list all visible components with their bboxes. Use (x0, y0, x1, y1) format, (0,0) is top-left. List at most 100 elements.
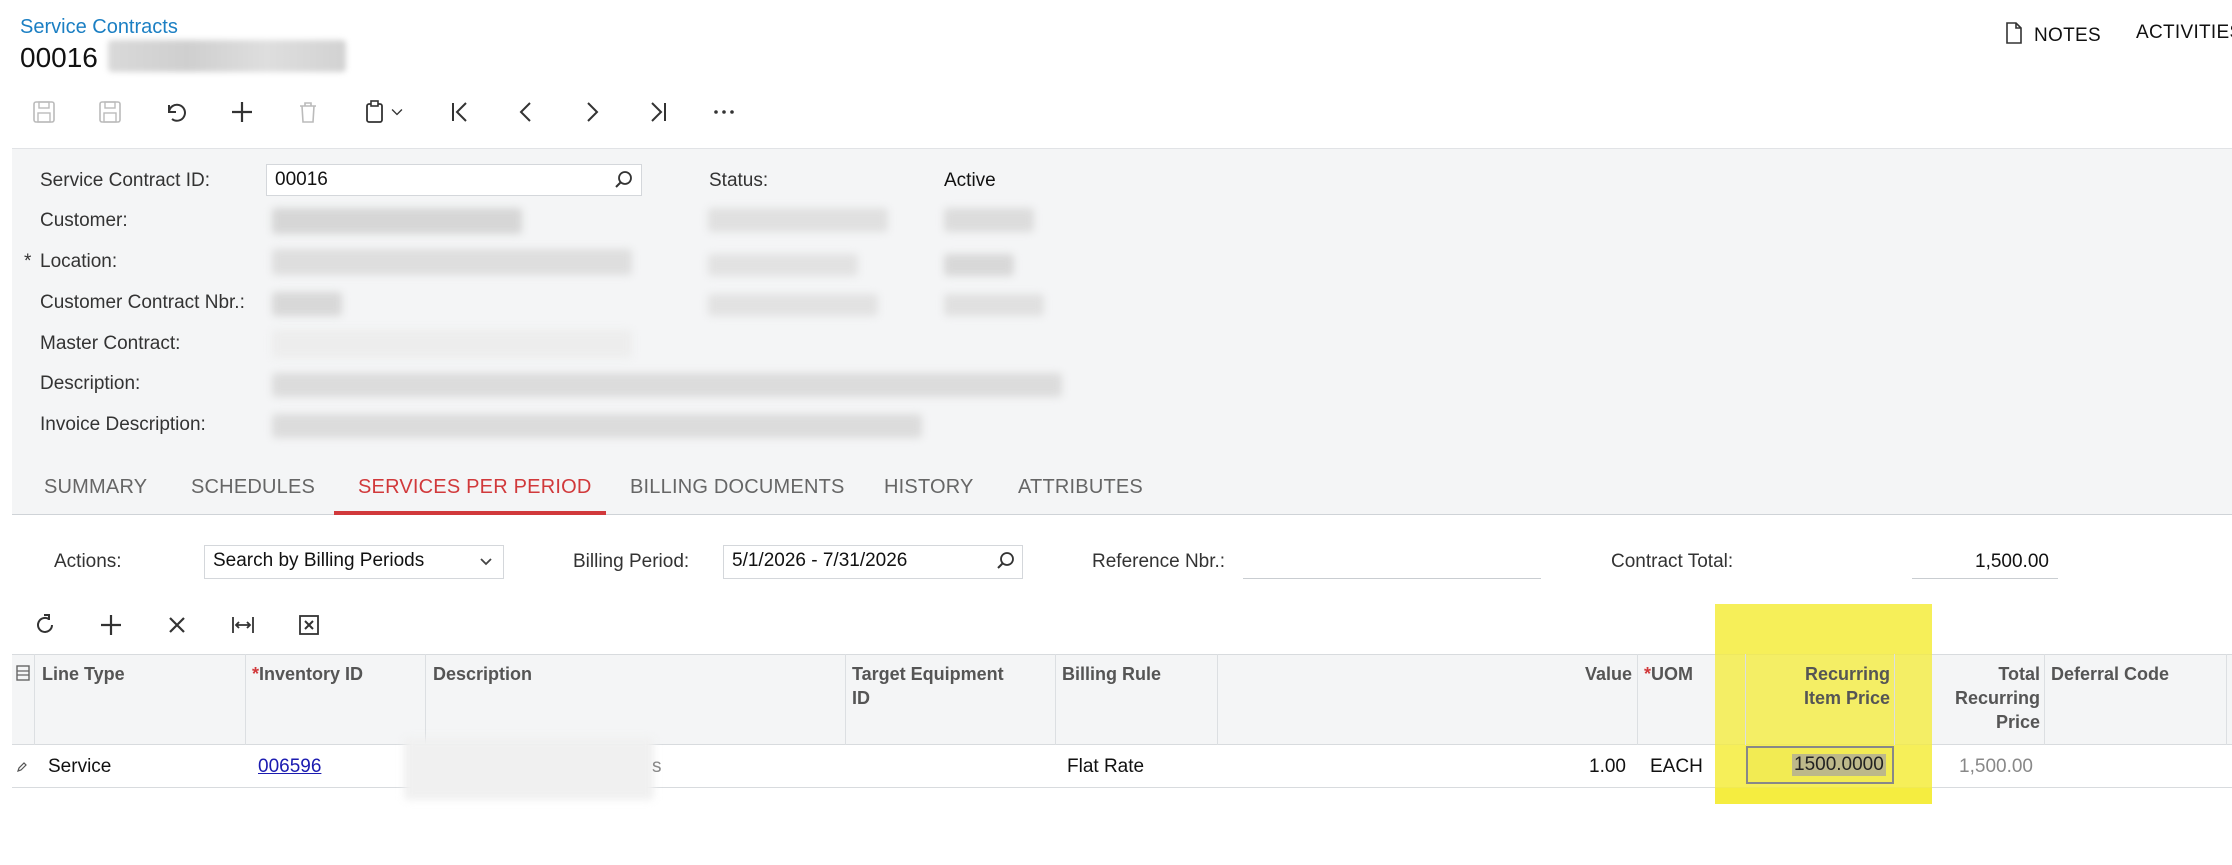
chevron-down-icon (480, 558, 492, 566)
first-record-icon[interactable] (442, 94, 478, 130)
inventory-id-header-label: Inventory ID (259, 664, 364, 684)
row-selector-icon[interactable] (15, 664, 31, 687)
billing-period-label: Billing Period: (573, 551, 690, 572)
total-recurring-price-cell: 1,500.00 (1959, 756, 2033, 777)
column-value[interactable]: Value (1585, 662, 1632, 686)
billing-period-value: 5/1/2026 - 7/31/2026 (732, 550, 908, 571)
line-type-cell[interactable]: Service (48, 756, 111, 778)
search-icon[interactable] (614, 170, 634, 195)
column-separator (2226, 654, 2227, 745)
column-inventory-id[interactable]: *Inventory ID (252, 662, 363, 686)
billing-period-field[interactable]: 5/1/2026 - 7/31/2026 (723, 545, 1023, 579)
invoice-description-label: Invoice Description: (40, 414, 206, 435)
required-marker: * (252, 664, 260, 684)
column-uom[interactable]: *UOM (1644, 662, 1693, 686)
target-equipment-header-line1: Target Equipment (852, 664, 1004, 684)
contract-total-value: 1,500.00 (1975, 551, 2049, 572)
total-recurring-header-line1: Total (1998, 664, 2040, 684)
column-line-type[interactable]: Line Type (42, 662, 125, 686)
previous-icon[interactable] (508, 94, 544, 130)
customer-label: Customer: (40, 210, 128, 231)
column-target-equipment-id[interactable]: Target Equipment ID (852, 662, 1004, 710)
notes-button[interactable]: NOTES (2004, 22, 2101, 50)
column-deferral-code[interactable]: Deferral Code (2051, 662, 2169, 686)
column-separator (245, 654, 246, 745)
contract-id-label: Service Contract ID: (40, 170, 210, 191)
page-title: 00016 (20, 42, 98, 73)
breadcrumb[interactable]: Service Contracts (20, 16, 178, 39)
target-equipment-header-line2: ID (852, 688, 870, 708)
value-cell[interactable]: 1.00 (1560, 756, 1626, 778)
redacted-location (272, 249, 632, 275)
required-marker: * (1644, 664, 1652, 684)
tab-history[interactable]: HISTORY (884, 476, 974, 499)
column-separator (34, 654, 35, 745)
redacted-field (708, 294, 878, 316)
actions-label: Actions: (54, 551, 122, 572)
document-icon (2004, 22, 2024, 50)
undo-icon[interactable] (158, 94, 194, 130)
refresh-icon[interactable] (32, 612, 58, 643)
location-label: Location: (40, 251, 118, 272)
billing-rule-cell[interactable]: Flat Rate (1067, 756, 1144, 778)
actions-value: Search by Billing Periods (213, 550, 425, 571)
tab-services-per-period[interactable]: SERVICES PER PERIOD (358, 476, 592, 499)
column-separator (1745, 654, 1746, 745)
redacted-customer (272, 208, 522, 234)
column-description[interactable]: Description (433, 662, 532, 686)
column-separator (1055, 654, 1056, 745)
save-close-icon[interactable] (92, 94, 128, 130)
save-icon[interactable] (26, 94, 62, 130)
last-record-icon[interactable] (640, 94, 676, 130)
inventory-id-link[interactable]: 006596 (258, 756, 321, 778)
activities-button[interactable]: ACTIVITIES (2136, 22, 2232, 44)
add-icon[interactable] (224, 94, 260, 130)
actions-select[interactable]: Search by Billing Periods (204, 545, 504, 579)
column-separator (845, 654, 846, 745)
redacted-field (708, 208, 888, 232)
status-value: Active (944, 170, 996, 191)
contract-id-field[interactable]: 00016 (266, 164, 642, 196)
column-separator (1894, 654, 1895, 745)
customer-contract-label: Customer Contract Nbr.: (40, 292, 245, 313)
more-icon[interactable] (706, 94, 742, 130)
location-required-marker: * (24, 251, 32, 272)
column-separator (2044, 654, 2045, 745)
delete-icon[interactable] (290, 94, 326, 130)
column-separator (1217, 654, 1218, 745)
redacted-master-contract (272, 330, 632, 358)
redacted-invoice-description (272, 414, 922, 438)
column-total-recurring-price[interactable]: Total Recurring Price (1900, 662, 2040, 734)
tab-attributes[interactable]: ATTRIBUTES (1018, 476, 1143, 499)
clipboard-icon[interactable] (356, 94, 412, 130)
column-billing-rule[interactable]: Billing Rule (1062, 662, 1161, 686)
recurring-price-header-line2: Item Price (1803, 688, 1890, 708)
redacted-contract-nbr (272, 292, 342, 316)
tab-schedules[interactable]: SCHEDULES (191, 476, 315, 499)
redacted-field (944, 294, 1044, 316)
column-separator (1637, 654, 1638, 745)
total-recurring-header-line3: Price (1995, 712, 2040, 732)
description-label: Description: (40, 373, 141, 394)
tab-summary[interactable]: SUMMARY (44, 476, 147, 499)
redacted-field (944, 254, 1014, 276)
description-cell-tail: s (652, 756, 662, 777)
delete-row-icon[interactable] (164, 612, 190, 643)
fit-columns-icon[interactable] (230, 612, 256, 643)
uom-cell[interactable]: EACH (1650, 756, 1703, 778)
contract-total-label: Contract Total: (1611, 551, 1734, 572)
add-row-icon[interactable] (98, 612, 124, 643)
redacted-field (708, 254, 858, 276)
tab-billing-documents[interactable]: BILLING DOCUMENTS (630, 476, 845, 499)
master-contract-label: Master Contract: (40, 333, 181, 354)
redacted-title (108, 40, 346, 72)
status-label: Status: (709, 170, 769, 191)
search-icon[interactable] (996, 551, 1016, 576)
redacted-description (272, 373, 1062, 397)
reference-nbr-field[interactable] (1243, 578, 1541, 579)
next-icon[interactable] (574, 94, 610, 130)
export-excel-icon[interactable] (296, 612, 322, 643)
chevron-down-icon (391, 109, 403, 116)
column-recurring-item-price[interactable]: Recurring Item Price (1760, 662, 1890, 710)
column-separator (425, 654, 426, 745)
